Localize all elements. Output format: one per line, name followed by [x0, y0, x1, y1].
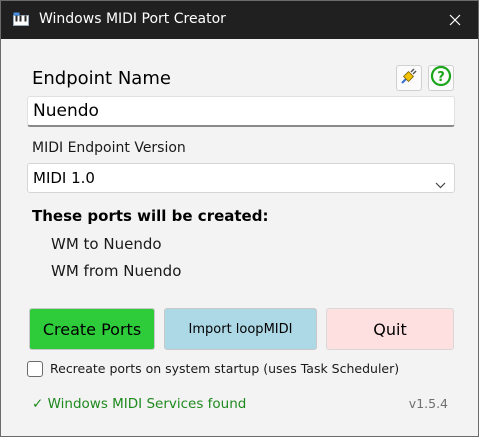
help-icon: ? — [430, 65, 452, 91]
app-window: Windows MIDI Port Creator Endpoint Name — [0, 0, 479, 437]
create-ports-button[interactable]: Create Ports — [29, 308, 155, 350]
startup-checkbox-label[interactable]: Recreate ports on system startup (uses T… — [50, 361, 399, 376]
port-item: WM from Nuendo — [51, 262, 182, 280]
plug-button[interactable] — [396, 65, 422, 91]
title-bar[interactable]: Windows MIDI Port Creator — [1, 1, 478, 39]
midi-version-value: MIDI 1.0 — [33, 169, 95, 187]
plug-icon — [399, 66, 419, 90]
midi-version-label: MIDI Endpoint Version — [32, 140, 186, 156]
port-item: WM to Nuendo — [51, 235, 162, 253]
window-title: Windows MIDI Port Creator — [39, 11, 226, 27]
app-version: v1.5.4 — [408, 396, 448, 411]
close-icon — [449, 11, 461, 30]
help-button[interactable]: ? — [428, 65, 454, 91]
endpoint-name-label: Endpoint Name — [32, 68, 171, 89]
startup-checkbox[interactable] — [27, 361, 43, 377]
midi-version-select[interactable]: MIDI 1.0 — [27, 163, 455, 193]
quit-button[interactable]: Quit — [326, 308, 454, 350]
midi-keyboard-icon — [13, 12, 29, 28]
services-status: ✓ Windows MIDI Services found — [32, 396, 247, 412]
svg-text:?: ? — [437, 70, 445, 85]
close-button[interactable] — [431, 1, 478, 39]
chevron-down-icon — [435, 174, 446, 193]
ports-heading: These ports will be created: — [32, 207, 269, 225]
endpoint-name-input[interactable] — [27, 96, 455, 127]
import-loopmidi-button[interactable]: Import loopMIDI — [164, 308, 317, 350]
